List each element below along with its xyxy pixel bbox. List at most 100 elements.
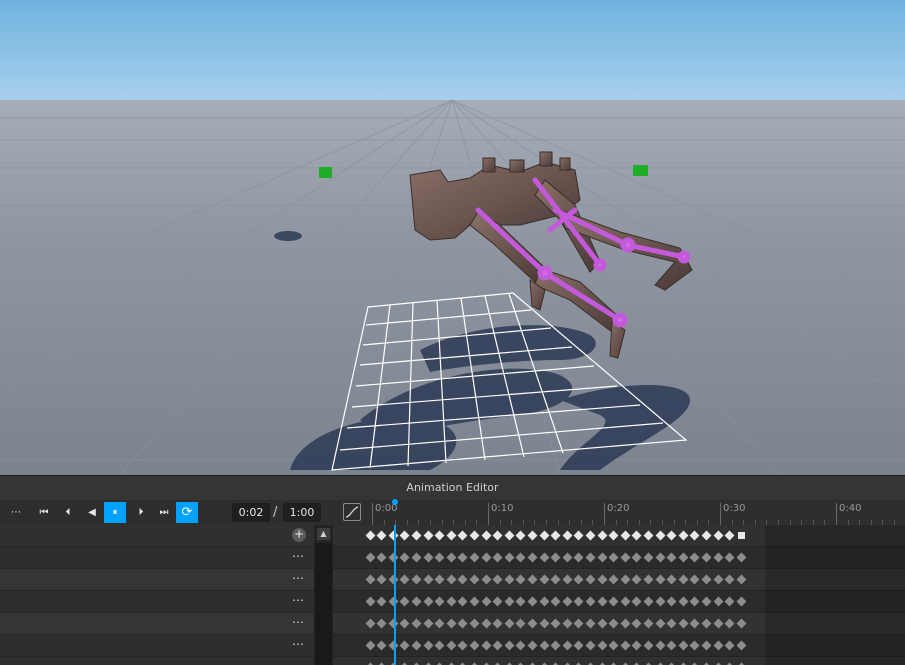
keyframe[interactable]: [655, 574, 665, 585]
keyframe[interactable]: [411, 552, 422, 563]
keyframe[interactable]: [585, 640, 596, 651]
keyframe[interactable]: [689, 596, 700, 607]
keyframe[interactable]: [481, 552, 491, 563]
keyframe[interactable]: [399, 596, 410, 607]
summary-keyframe[interactable]: [515, 530, 526, 541]
keyframe[interactable]: [713, 596, 723, 607]
keyframe[interactable]: [573, 596, 584, 607]
keyframe[interactable]: [376, 596, 387, 607]
keyframe[interactable]: [701, 552, 712, 563]
keyframe[interactable]: [399, 574, 410, 585]
keyframe[interactable]: [631, 640, 642, 651]
keyframe[interactable]: [701, 596, 712, 607]
summary-keyframe[interactable]: [504, 530, 515, 541]
skip-to-end-icon[interactable]: ⏭: [153, 502, 175, 523]
keyframe[interactable]: [515, 618, 526, 629]
keyframe[interactable]: [515, 596, 526, 607]
summary-keyframe[interactable]: [643, 530, 654, 541]
3d-viewport[interactable]: [0, 0, 905, 475]
keyframe[interactable]: [585, 618, 596, 629]
keyframe[interactable]: [678, 552, 689, 563]
keyframe[interactable]: [423, 640, 433, 651]
keyframe[interactable]: [724, 596, 735, 607]
keyframe[interactable]: [666, 552, 677, 563]
summary-keyframe[interactable]: [562, 530, 573, 541]
keyframe[interactable]: [597, 552, 607, 563]
keyframe[interactable]: [573, 574, 584, 585]
keyframe[interactable]: [620, 552, 631, 563]
keyframe[interactable]: [469, 618, 480, 629]
keyframe[interactable]: [457, 574, 468, 585]
keyframe[interactable]: [539, 596, 549, 607]
summary-keyframe[interactable]: [469, 530, 480, 541]
keyframe[interactable]: [573, 640, 584, 651]
keyframe[interactable]: [701, 640, 712, 651]
keyframe[interactable]: [597, 618, 607, 629]
keyframe[interactable]: [411, 640, 422, 651]
keyframe[interactable]: [423, 574, 433, 585]
keyframe[interactable]: [469, 640, 480, 651]
step-back-icon[interactable]: ⏴: [57, 502, 79, 523]
playhead-handle[interactable]: [392, 499, 398, 505]
keyframe[interactable]: [736, 552, 747, 563]
keyframe[interactable]: [724, 618, 735, 629]
keyframe[interactable]: [631, 552, 642, 563]
keyframe[interactable]: [562, 596, 573, 607]
keyframe[interactable]: [434, 618, 445, 629]
summary-keyframe[interactable]: [608, 530, 619, 541]
keyframe[interactable]: [423, 618, 433, 629]
keyframe[interactable]: [736, 618, 747, 629]
track-scrollbar[interactable]: ▲: [314, 525, 333, 665]
keyframe[interactable]: [376, 618, 387, 629]
track-row[interactable]: ⋯: [0, 591, 314, 613]
keyframe[interactable]: [515, 640, 526, 651]
summary-keyframe[interactable]: [655, 530, 665, 541]
track-row[interactable]: ⋯: [0, 613, 314, 635]
track-row[interactable]: ⋯: [0, 569, 314, 591]
keyframe[interactable]: [689, 552, 700, 563]
keyframe[interactable]: [434, 596, 445, 607]
keyframe[interactable]: [365, 640, 375, 651]
keyframe[interactable]: [678, 596, 689, 607]
keyframe[interactable]: [713, 552, 723, 563]
keyframe[interactable]: [469, 574, 480, 585]
summary-keyframe[interactable]: [573, 530, 584, 541]
keyframe[interactable]: [643, 596, 654, 607]
keyframe[interactable]: [550, 640, 561, 651]
keyframe[interactable]: [539, 640, 549, 651]
summary-keyframe[interactable]: [713, 530, 723, 541]
keyframe-timeline[interactable]: [333, 525, 905, 665]
keyframe[interactable]: [736, 596, 747, 607]
keyframe[interactable]: [457, 552, 468, 563]
keyframe[interactable]: [539, 618, 549, 629]
keyframe[interactable]: [585, 596, 596, 607]
keyframe[interactable]: [678, 574, 689, 585]
current-time-field[interactable]: 0:02: [232, 503, 270, 522]
summary-keyframe[interactable]: [423, 530, 433, 541]
play-reverse-icon[interactable]: ◀: [81, 502, 103, 523]
keyframe[interactable]: [655, 640, 665, 651]
keyframe[interactable]: [550, 596, 561, 607]
keyframe[interactable]: [539, 574, 549, 585]
timeline-ruler[interactable]: 0:00 0:10 0:20 0:30 0:40: [362, 500, 905, 525]
keyframe[interactable]: [666, 596, 677, 607]
keyframe[interactable]: [597, 574, 607, 585]
summary-keyframe[interactable]: [666, 530, 677, 541]
keyframe[interactable]: [527, 618, 538, 629]
summary-keyframe[interactable]: [550, 530, 561, 541]
keyframe[interactable]: [643, 574, 654, 585]
keyframe[interactable]: [376, 640, 387, 651]
curve-editor-icon[interactable]: [343, 503, 361, 521]
keyframe[interactable]: [585, 552, 596, 563]
keyframe[interactable]: [678, 640, 689, 651]
keyframe[interactable]: [736, 640, 747, 651]
keyframe[interactable]: [643, 618, 654, 629]
summary-keyframe[interactable]: [701, 530, 712, 541]
keyframe[interactable]: [724, 574, 735, 585]
keyframe[interactable]: [446, 640, 457, 651]
keyframe[interactable]: [457, 640, 468, 651]
keyframe[interactable]: [631, 574, 642, 585]
keyframe[interactable]: [666, 640, 677, 651]
keyframe[interactable]: [481, 640, 491, 651]
keyframe[interactable]: [411, 574, 422, 585]
